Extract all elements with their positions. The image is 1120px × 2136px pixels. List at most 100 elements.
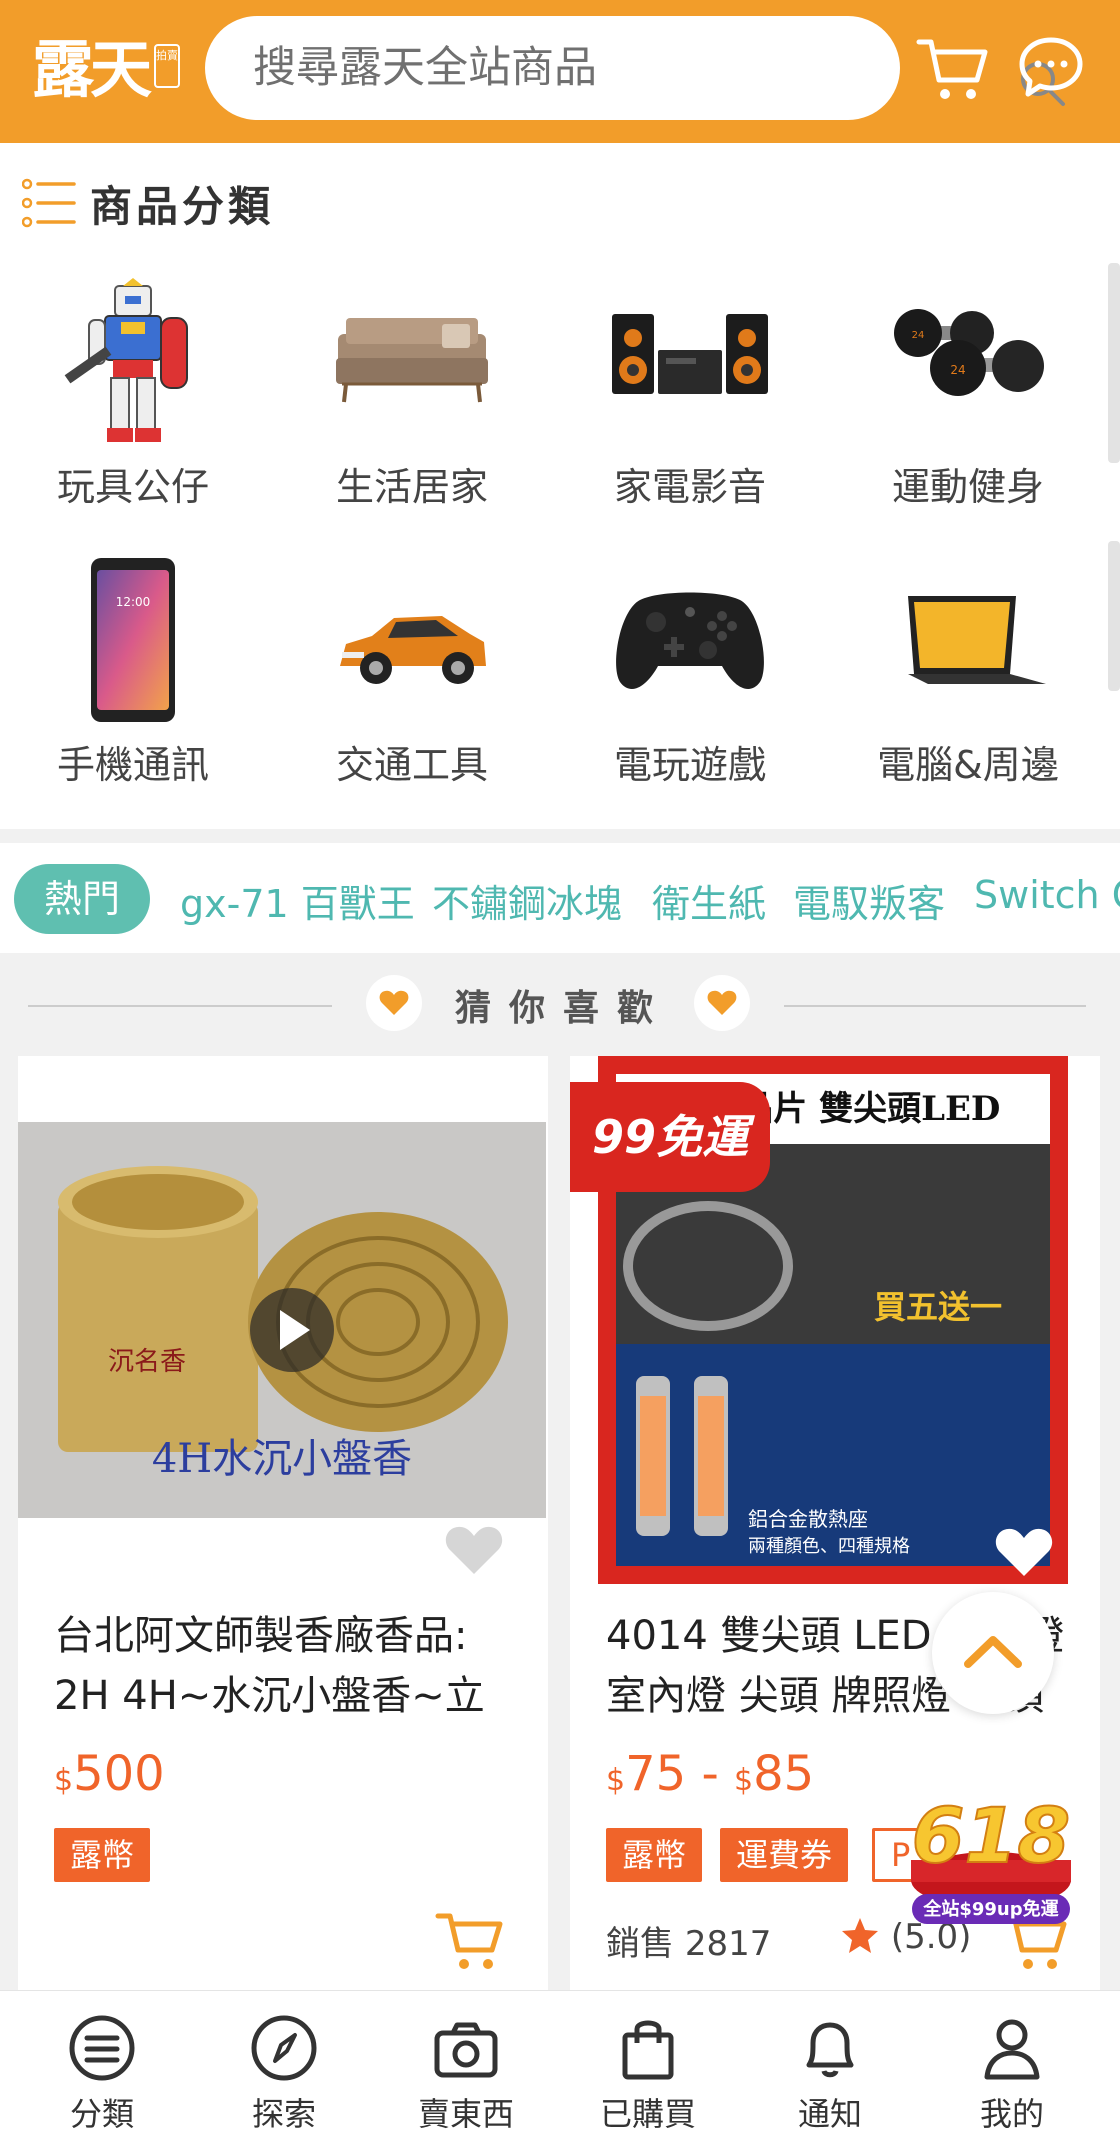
category-item-computers[interactable]: 電腦&周邊 <box>838 556 1078 816</box>
promo-618-graphic: 618 全站$99up免運 <box>911 1790 1071 1924</box>
shopping-bag-icon <box>622 2020 674 2080</box>
product-image-caption: 鋁合金散熱座 <box>748 1507 868 1531</box>
ruten-logo[interactable]: 露天 拍賣 <box>32 30 181 110</box>
price-high: 85 <box>753 1746 815 1802</box>
smartphone-icon: 12:00 <box>91 558 175 722</box>
hot-tag[interactable]: 衛生紙 <box>652 873 766 928</box>
price-separator: - <box>701 1746 719 1802</box>
logo-text: 露天 <box>32 33 152 106</box>
category-item-home[interactable]: 生活居家 <box>282 278 522 538</box>
heart-icon <box>694 975 750 1031</box>
category-item-sports[interactable]: 24 24 運動健身 <box>838 278 1078 538</box>
category-item-phones[interactable]: 12:00 手機通訊 <box>3 556 243 816</box>
bottom-navigation: 分類 探索 賣東西 已購買 通知 我的 <box>0 1990 1120 2136</box>
user-icon <box>984 2019 1040 2080</box>
divider-line <box>28 1005 332 1007</box>
category-label: 電玩遊戲 <box>613 743 766 787</box>
free-shipping-badge: 99免運 <box>570 1082 770 1192</box>
heart-icon <box>366 975 422 1031</box>
category-label: 玩具公仔 <box>56 465 209 509</box>
star-icon <box>842 1918 878 1953</box>
promo-618-badge[interactable]: 618 全站$99up免運 <box>906 1770 1076 1930</box>
price-low: 75 <box>625 1746 687 1802</box>
app-header: 露天 拍賣 <box>0 0 1120 143</box>
divider-line <box>784 1005 1086 1007</box>
nav-item-sell[interactable]: 賣東西 <box>376 1991 556 2136</box>
search-bar[interactable] <box>205 16 1065 120</box>
sales-value: 2817 <box>684 1924 772 1964</box>
nav-item-profile[interactable]: 我的 <box>922 1991 1102 2136</box>
nav-item-explore[interactable]: 探索 <box>194 1991 374 2136</box>
nav-label: 已購買 <box>599 2095 696 2133</box>
product-price: $75 - $85 <box>606 1746 814 1802</box>
chevron-up-icon <box>964 1636 1022 1668</box>
category-section: 商品分類 玩具公仔 生活居家 家電影音 24 24 運動健身 12:00 手機通… <box>0 143 1120 829</box>
category-scrollbar[interactable] <box>1108 263 1120 463</box>
speaker-system-icon <box>612 314 768 394</box>
guess-title: 猜你喜歡 <box>455 988 672 1029</box>
hot-tag[interactable]: gx-71 百獸王 <box>180 873 415 928</box>
list-icon <box>22 178 76 228</box>
laptop-icon <box>908 596 1046 684</box>
category-label: 電腦&周邊 <box>877 743 1059 787</box>
shipping-coupon-tag: 運費券 <box>720 1828 849 1882</box>
currency-symbol: $ <box>54 1763 74 1798</box>
svg-text:24: 24 <box>950 363 965 377</box>
nav-label: 探索 <box>251 2095 316 2133</box>
sofa-icon <box>336 318 488 403</box>
svg-text:24: 24 <box>912 330 925 341</box>
promo-number: 618 <box>912 1791 1071 1880</box>
bell-icon <box>806 2022 854 2078</box>
product-image[interactable]: 沉名香 4H水沉小盤香 <box>18 1122 546 1518</box>
nav-item-category[interactable]: 分類 <box>12 1991 192 2136</box>
category-title: 商品分類 <box>90 181 275 231</box>
nav-label: 賣東西 <box>417 2095 514 2133</box>
currency-symbol: $ <box>606 1763 626 1798</box>
product-image-label: 沉名香 <box>108 1347 186 1377</box>
add-to-cart-icon[interactable] <box>434 1908 506 1974</box>
nav-item-purchased[interactable]: 已購買 <box>558 1991 738 2136</box>
product-price: $500 <box>54 1746 165 1802</box>
category-item-toys[interactable]: 玩具公仔 <box>3 278 243 538</box>
logo-tag: 拍賣 <box>154 44 181 88</box>
nav-label: 我的 <box>979 2095 1044 2133</box>
hot-tag[interactable]: Switch O <box>974 873 1120 917</box>
ruten-coin-tag: 露幣 <box>54 1828 151 1882</box>
dumbbells-icon: 24 24 <box>894 309 1044 396</box>
hot-tag[interactable]: 電馭叛客 <box>793 873 945 928</box>
svg-text:12:00: 12:00 <box>116 595 151 609</box>
camera-icon <box>434 2022 498 2078</box>
category-label: 家電影音 <box>613 465 766 509</box>
currency-symbol: $ <box>734 1763 754 1798</box>
sales-count: 銷售 2817 <box>606 1916 771 1965</box>
category-item-appliances[interactable]: 家電影音 <box>560 278 800 538</box>
product-image-promo: 買五送一 <box>874 1288 1002 1326</box>
favorite-heart-icon[interactable] <box>994 1526 1054 1578</box>
category-label: 運動健身 <box>891 465 1044 509</box>
product-image-caption: 4H水沉小盤香 <box>152 1436 412 1482</box>
sales-label: 銷售 <box>606 1924 674 1964</box>
compass-icon <box>251 2015 317 2081</box>
nav-item-notifications[interactable]: 通知 <box>740 1991 920 2136</box>
back-to-top-button[interactable] <box>932 1592 1054 1714</box>
nav-label: 通知 <box>797 2095 862 2133</box>
category-scrollbar-secondary[interactable] <box>1108 541 1120 691</box>
category-label: 生活居家 <box>335 465 488 509</box>
cart-icon[interactable] <box>915 34 991 106</box>
promo-caption: 全站$99up免運 <box>922 1898 1058 1920</box>
category-label: 手機通訊 <box>56 743 209 787</box>
guess-divider: 猜你喜歡 <box>0 953 1120 1053</box>
category-item-vehicles[interactable]: 交通工具 <box>282 556 522 816</box>
hot-tag[interactable]: 不鏽鋼冰塊 <box>432 873 622 928</box>
category-item-games[interactable]: 電玩遊戲 <box>560 556 800 816</box>
hot-search-bar: 熱門 gx-71 百獸王 不鏽鋼冰塊 衛生紙 電馭叛客 Switch O <box>0 843 1120 953</box>
price-value: 500 <box>73 1746 165 1802</box>
product-title[interactable]: 台北阿文師製香廠香品: 2H 4H~水沉小盤香~立 <box>54 1606 524 1726</box>
robot-figure-icon <box>64 278 188 442</box>
nav-label: 分類 <box>69 2095 134 2133</box>
product-card[interactable]: 沉名香 4H水沉小盤香 台北阿文師製香廠香品: 2H 4H~水沉小盤香~立 $5… <box>18 1056 548 1996</box>
chat-icon[interactable] <box>1016 34 1086 100</box>
category-label: 交通工具 <box>335 743 488 787</box>
favorite-heart-icon[interactable] <box>444 1524 504 1576</box>
search-input[interactable] <box>253 16 793 120</box>
